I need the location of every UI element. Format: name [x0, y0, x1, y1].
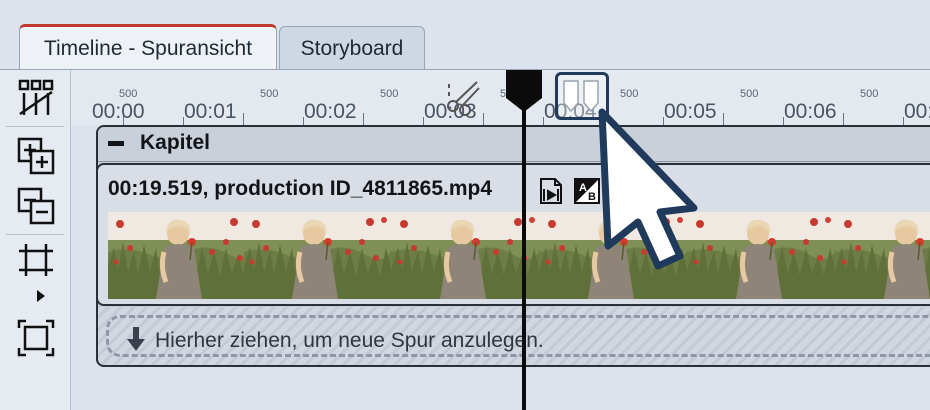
- fit-width-icon[interactable]: [16, 242, 56, 282]
- thumbnail-frame: [108, 212, 257, 299]
- tab-storyboard-label: Storyboard: [300, 36, 404, 60]
- thumbnail-frame: [244, 212, 393, 299]
- clip-duration: 00:19.519,: [108, 177, 209, 200]
- ruler-label: 00:02: [304, 100, 357, 123]
- dropzone-border: Hierher ziehen, um neue Spur anzulegen.: [106, 315, 930, 357]
- timeline-split-icon[interactable]: [16, 78, 56, 118]
- chapter-title: Kapitel: [140, 131, 211, 154]
- expand-arrow-icon[interactable]: [37, 290, 45, 302]
- tab-timeline[interactable]: Timeline - Spuransicht: [19, 24, 277, 70]
- video-properties-icon[interactable]: [538, 177, 564, 205]
- left-toolbar: [0, 70, 71, 410]
- fit-all-icon[interactable]: [16, 318, 56, 358]
- time-ruler[interactable]: 500 500 500 500 500 500 500 00:00 00:01 …: [71, 70, 930, 125]
- new-track-dropzone[interactable]: Hierher ziehen, um neue Spur anzulegen.: [96, 307, 930, 367]
- ruler-label: 00:00: [92, 100, 145, 123]
- ruler-sublabel: 500: [620, 88, 639, 100]
- ruler-label: 00:06: [784, 100, 837, 123]
- arrow-down-icon: [127, 327, 145, 351]
- thumbnail-frame: [392, 212, 541, 299]
- ruler-sublabel: 500: [119, 88, 138, 100]
- chapter-header[interactable]: Kapitel: [98, 127, 930, 162]
- scissors-icon[interactable]: [445, 78, 483, 116]
- toolbar-separator: [6, 126, 64, 127]
- zoom-in-track-icon[interactable]: [16, 136, 56, 176]
- playhead-handle[interactable]: [505, 70, 543, 112]
- ruler-sublabel: 500: [860, 88, 879, 100]
- video-clip[interactable]: 00:19.519, production ID_4811865.mp4 A B: [96, 163, 930, 306]
- tab-timeline-label: Timeline - Spuransicht: [43, 36, 253, 60]
- playhead-line[interactable]: [522, 100, 526, 410]
- zoom-out-track-icon[interactable]: [16, 186, 56, 226]
- tab-storyboard[interactable]: Storyboard: [279, 26, 425, 70]
- toolbar-separator: [6, 234, 64, 235]
- thumbnail-frame: [836, 212, 930, 299]
- tab-bar: Timeline - Spuransicht Storyboard: [0, 0, 930, 70]
- clip-title: 00:19.519, production ID_4811865.mp4: [108, 177, 492, 201]
- svg-text:A: A: [579, 182, 587, 194]
- thumbnail-frame: [688, 212, 837, 299]
- clip-thumbnails: [108, 212, 930, 299]
- ruler-label: 00:0: [904, 100, 930, 123]
- collapse-icon[interactable]: [108, 141, 124, 146]
- dropzone-label: Hierher ziehen, um neue Spur anzulegen.: [155, 329, 544, 352]
- ruler-sublabel: 500: [380, 88, 399, 100]
- ruler-label: 00:01: [184, 100, 237, 123]
- mouse-pointer-icon: [598, 108, 698, 270]
- clip-filename: production ID_4811865.mp4: [214, 177, 493, 200]
- ruler-sublabel: 500: [740, 88, 759, 100]
- ruler-sublabel: 500: [260, 88, 279, 100]
